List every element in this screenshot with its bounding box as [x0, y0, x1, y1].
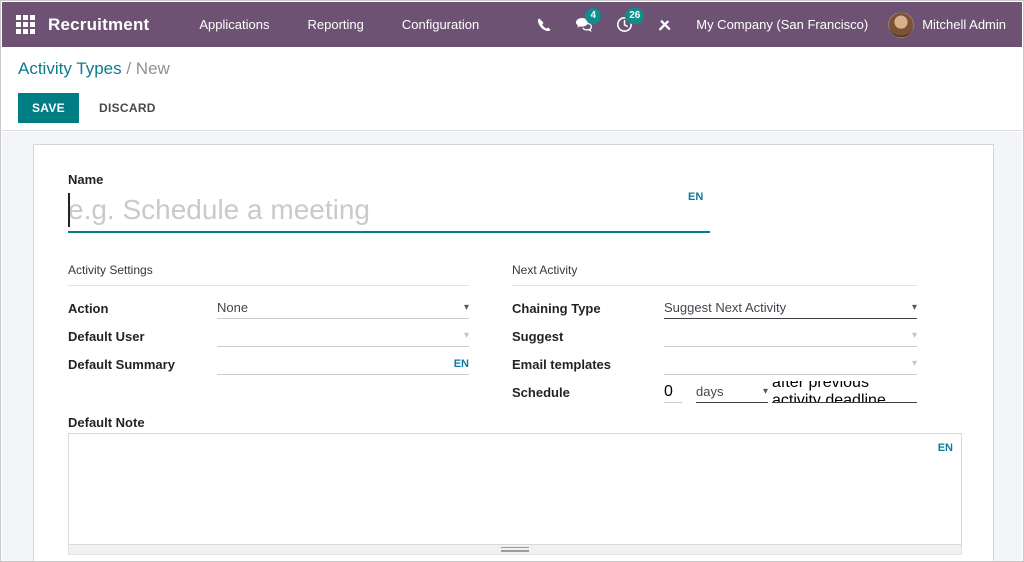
- action-select[interactable]: None ▾: [217, 297, 469, 319]
- top-navbar: Recruitment Applications Reporting Confi…: [2, 2, 1022, 47]
- control-panel: Activity Types / New SAVE DISCARD: [2, 47, 1022, 131]
- chaining-type-value: Suggest Next Activity: [664, 300, 908, 315]
- apps-grid-icon: [16, 15, 35, 34]
- phone-icon: [536, 17, 552, 33]
- messages-button[interactable]: 4: [566, 2, 602, 47]
- default-summary-label: Default Summary: [68, 357, 217, 372]
- name-language-flag[interactable]: EN: [688, 191, 703, 203]
- email-templates-row: Email templates ▾: [512, 350, 917, 378]
- default-note-language-flag[interactable]: EN: [938, 442, 953, 454]
- phone-button[interactable]: [526, 2, 562, 47]
- form-action-buttons: SAVE DISCARD: [18, 93, 162, 123]
- discard-button[interactable]: DISCARD: [93, 94, 162, 122]
- action-row: Action None ▾: [68, 294, 469, 322]
- activity-settings-title: Activity Settings: [68, 263, 469, 286]
- breadcrumb-separator: /: [122, 59, 136, 78]
- user-menu[interactable]: Mitchell Admin: [888, 12, 1012, 38]
- chaining-type-row: Chaining Type Suggest Next Activity ▾: [512, 294, 917, 322]
- chaining-type-label: Chaining Type: [512, 301, 664, 316]
- schedule-delay-from-value: after previous activity deadline: [772, 381, 917, 403]
- suggest-row: Suggest ▾: [512, 322, 917, 350]
- next-activity-group: Next Activity Chaining Type Suggest Next…: [512, 263, 917, 406]
- suggest-label: Suggest: [512, 329, 664, 344]
- chevron-down-icon: ▾: [464, 302, 469, 313]
- chevron-down-icon: ▾: [464, 330, 469, 341]
- default-summary-language-flag[interactable]: EN: [454, 358, 469, 370]
- default-user-label: Default User: [68, 329, 217, 344]
- nav-item-reporting[interactable]: Reporting: [294, 4, 378, 45]
- activities-button[interactable]: 26: [606, 2, 642, 47]
- nav-item-configuration[interactable]: Configuration: [388, 4, 493, 45]
- action-label: Action: [68, 301, 217, 316]
- activity-settings-group: Activity Settings Action None ▾ Default …: [68, 263, 469, 378]
- apps-menu-button[interactable]: [2, 2, 48, 47]
- nav-item-applications[interactable]: Applications: [185, 4, 283, 45]
- default-user-row: Default User ▾: [68, 322, 469, 350]
- debug-tools-button[interactable]: [646, 2, 682, 47]
- name-input[interactable]: [68, 189, 710, 231]
- breadcrumb: Activity Types / New: [18, 59, 170, 79]
- action-value: None: [217, 300, 460, 315]
- messages-badge: 4: [585, 8, 601, 24]
- control-panel-divider: [2, 130, 1022, 131]
- name-label: Name: [68, 172, 103, 187]
- text-cursor: [68, 193, 70, 227]
- email-templates-select[interactable]: ▾: [664, 353, 917, 375]
- schedule-label: Schedule: [512, 385, 664, 400]
- default-note-textarea[interactable]: EN: [68, 433, 962, 545]
- nav-right-group: 4 26 My Company (San Francisco) Mitchel: [526, 2, 1022, 47]
- nav-menu: Applications Reporting Configuration: [185, 4, 493, 45]
- next-activity-title: Next Activity: [512, 263, 917, 286]
- activities-badge: 26: [625, 8, 644, 24]
- default-note-resize-handle[interactable]: [68, 545, 962, 555]
- chevron-down-icon: ▾: [763, 386, 768, 397]
- breadcrumb-activity-types[interactable]: Activity Types: [18, 59, 122, 78]
- schedule-row: Schedule 0 days ▾ after previous activit…: [512, 378, 917, 406]
- wrench-icon: [656, 16, 673, 33]
- default-summary-row: Default Summary EN: [68, 350, 469, 378]
- chevron-down-icon: ▾: [912, 330, 917, 341]
- chevron-down-icon: ▾: [912, 358, 917, 369]
- chaining-type-select[interactable]: Suggest Next Activity ▾: [664, 297, 917, 319]
- chevron-down-icon: ▾: [912, 302, 917, 313]
- default-note-label: Default Note: [68, 415, 145, 430]
- user-avatar: [888, 12, 914, 38]
- form-sheet: Name EN Activity Settings Action None ▾ …: [33, 144, 994, 561]
- schedule-number-input[interactable]: 0: [664, 381, 682, 403]
- schedule-unit-value: days: [696, 384, 759, 399]
- default-summary-input[interactable]: EN: [217, 353, 469, 375]
- name-field-wrap: [68, 189, 710, 233]
- breadcrumb-current: New: [136, 59, 170, 78]
- company-switcher[interactable]: My Company (San Francisco): [686, 17, 884, 32]
- schedule-number-value: 0: [664, 383, 673, 401]
- default-user-select[interactable]: ▾: [217, 325, 469, 347]
- user-name: Mitchell Admin: [922, 17, 1006, 32]
- suggest-select[interactable]: ▾: [664, 325, 917, 347]
- schedule-unit-select[interactable]: days ▾: [696, 381, 768, 403]
- content-area: Name EN Activity Settings Action None ▾ …: [2, 132, 1022, 561]
- app-title[interactable]: Recruitment: [48, 15, 149, 35]
- schedule-delay-from-select[interactable]: after previous activity deadline: [772, 381, 917, 403]
- resize-grip-icon: [501, 547, 529, 552]
- email-templates-label: Email templates: [512, 357, 664, 372]
- save-button[interactable]: SAVE: [18, 93, 79, 123]
